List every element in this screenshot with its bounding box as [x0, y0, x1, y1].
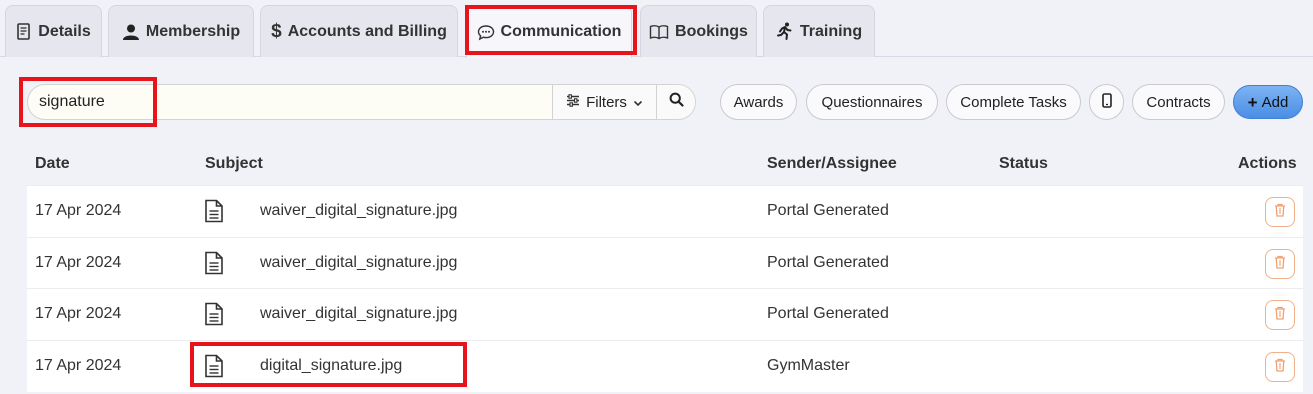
dollar-icon: $ — [271, 20, 282, 42]
tab-label: Accounts and Billing — [287, 22, 447, 40]
tab-membership[interactable]: Membership — [108, 5, 254, 57]
row-date: 17 Apr 2024 — [35, 305, 122, 322]
tab-label: Communication — [500, 23, 622, 40]
plus-icon: + — [1247, 92, 1258, 112]
tab-communication[interactable]: Communication — [466, 5, 632, 58]
row-sender: Portal Generated — [767, 254, 889, 271]
tab-label: Details — [38, 22, 91, 40]
questionnaires-button[interactable]: Questionnaires — [806, 84, 938, 120]
add-label: Add — [1261, 93, 1289, 111]
column-header-subject[interactable]: Subject — [205, 155, 263, 173]
filters-button[interactable]: Filters — [552, 85, 656, 119]
chat-bubble-icon — [477, 24, 495, 41]
row-sender: GymMaster — [767, 357, 850, 374]
add-button[interactable]: + Add — [1233, 85, 1303, 119]
awards-button[interactable]: Awards — [720, 84, 797, 120]
complete-tasks-button[interactable]: Complete Tasks — [946, 84, 1081, 120]
table-row[interactable]: 17 Apr 2024 waiver_digital_signature.jpg… — [27, 288, 1303, 340]
row-sender: Portal Generated — [767, 202, 889, 219]
table-row[interactable]: 17 Apr 2024 digital_signature.jpg GymMas… — [27, 340, 1303, 392]
column-header-sender[interactable]: Sender/Assignee — [767, 155, 897, 173]
row-date: 17 Apr 2024 — [35, 357, 122, 374]
trash-icon — [1274, 203, 1286, 222]
delete-button[interactable] — [1265, 197, 1295, 227]
sliders-icon — [566, 93, 580, 111]
delete-button[interactable] — [1265, 352, 1295, 382]
file-document-icon — [204, 251, 224, 280]
row-date: 17 Apr 2024 — [35, 254, 122, 271]
contracts-button[interactable]: Contracts — [1132, 84, 1225, 120]
column-header-actions: Actions — [1238, 155, 1297, 172]
row-subject-link[interactable]: waiver_digital_signature.jpg — [260, 305, 457, 323]
tab-label: Membership — [145, 22, 241, 40]
delete-button[interactable] — [1265, 249, 1295, 279]
user-icon — [122, 23, 140, 41]
mobile-button[interactable] — [1089, 84, 1124, 120]
file-document-icon — [204, 302, 224, 331]
search-bar: Filters — [27, 84, 696, 120]
trash-icon — [1274, 306, 1286, 325]
row-subject-link[interactable]: waiver_digital_signature.jpg — [260, 202, 457, 220]
tab-label: Training — [799, 22, 863, 40]
tab-training[interactable]: Training — [763, 5, 875, 57]
row-subject-link[interactable]: digital_signature.jpg — [260, 357, 402, 375]
search-icon — [669, 92, 684, 112]
book-icon — [649, 24, 669, 40]
column-header-date[interactable]: Date — [35, 155, 70, 173]
row-subject-link[interactable]: waiver_digital_signature.jpg — [260, 254, 457, 272]
search-input[interactable] — [28, 85, 552, 119]
mobile-phone-icon — [1101, 92, 1112, 112]
row-date: 17 Apr 2024 — [35, 202, 122, 219]
search-button[interactable] — [656, 85, 695, 119]
file-document-icon — [204, 354, 224, 383]
tab-bookings[interactable]: Bookings — [640, 5, 757, 57]
row-sender: Portal Generated — [767, 305, 889, 322]
document-icon — [16, 22, 32, 41]
trash-icon — [1274, 255, 1286, 274]
delete-button[interactable] — [1265, 300, 1295, 330]
tab-label: Bookings — [675, 22, 748, 40]
table-row[interactable]: 17 Apr 2024 waiver_digital_signature.jpg… — [27, 237, 1303, 289]
trash-icon — [1274, 358, 1286, 377]
file-document-icon — [204, 199, 224, 228]
filters-label: Filters — [586, 93, 627, 111]
tab-bar: Details Membership $ Accounts and Billin… — [0, 0, 1313, 58]
table-row[interactable]: 17 Apr 2024 waiver_digital_signature.jpg… — [27, 185, 1303, 237]
chevron-down-icon — [633, 94, 643, 111]
running-person-icon — [776, 22, 794, 41]
tab-details[interactable]: Details — [5, 5, 102, 57]
tab-accounts-and-billing[interactable]: $ Accounts and Billing — [260, 5, 458, 57]
column-header-status[interactable]: Status — [999, 155, 1048, 173]
